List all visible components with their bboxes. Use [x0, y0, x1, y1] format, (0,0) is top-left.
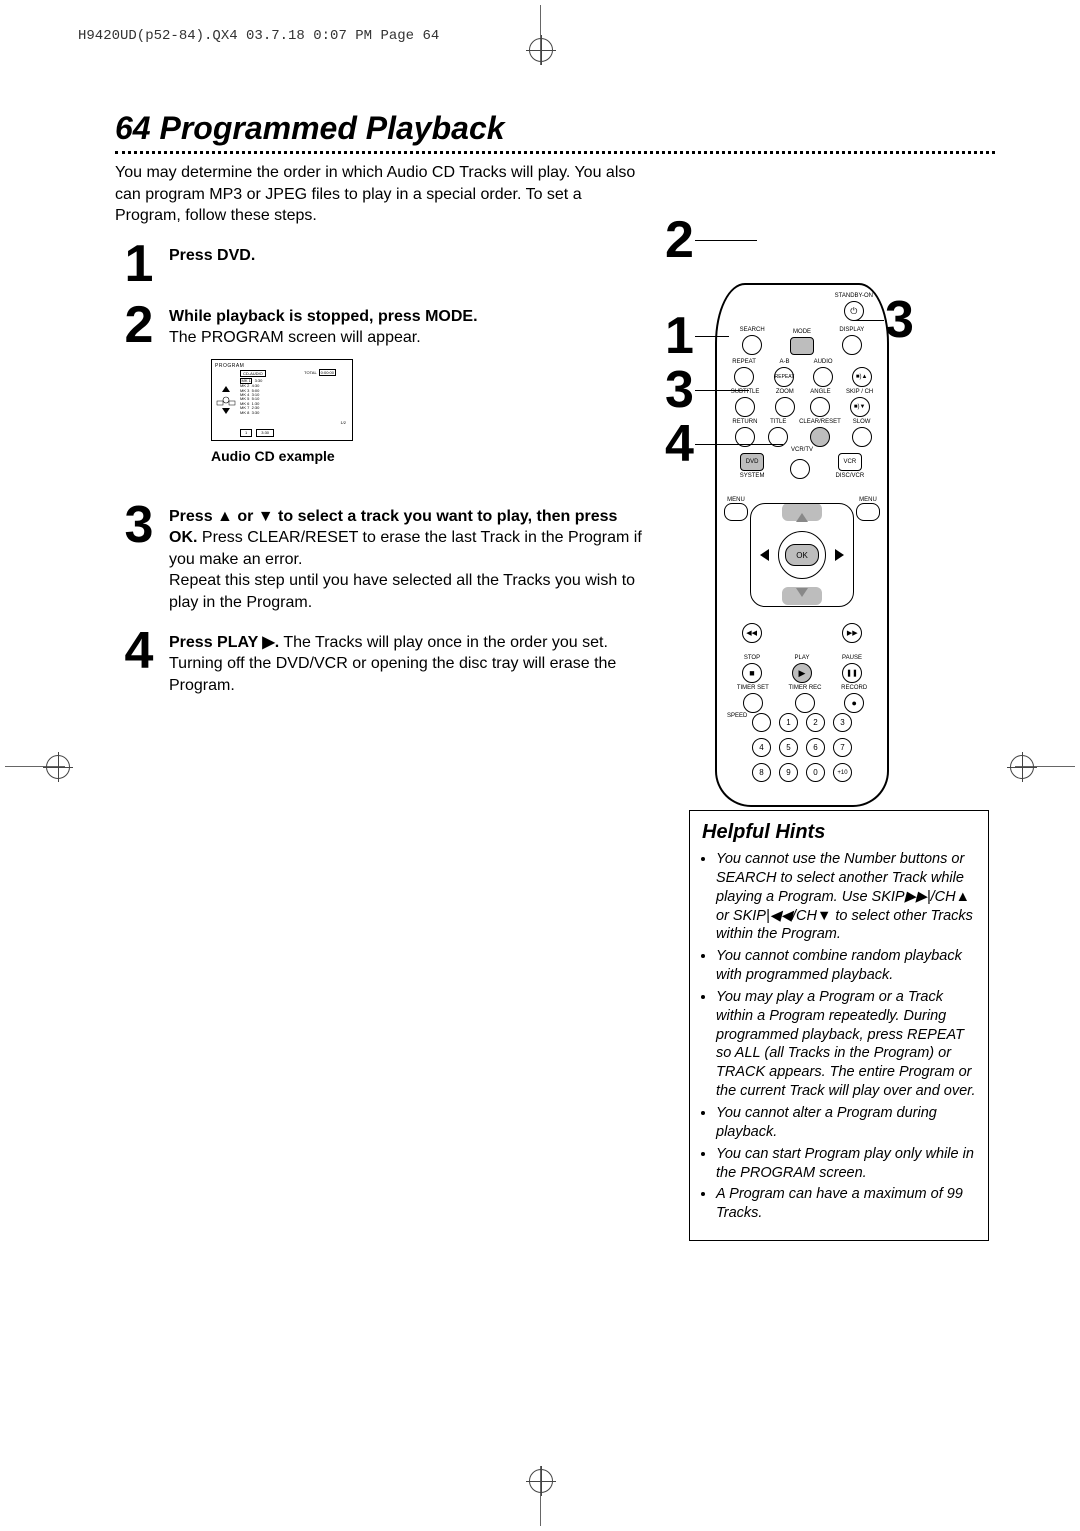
zoom-button: ZOOM	[775, 389, 795, 417]
timer-set-button: TIMER SET	[737, 685, 769, 713]
menu-button-right: MENU	[856, 497, 880, 521]
step-bold: Press DVD.	[169, 247, 255, 264]
standby-button: STANDBY-ON ⏻	[835, 293, 873, 321]
num-6: 6	[806, 738, 825, 757]
up-arrow-icon	[796, 513, 808, 522]
registration-mark-icon	[529, 1469, 553, 1493]
timer-rec-button: TIMER REC	[789, 685, 822, 713]
step-4: 4 Press PLAY ▶. The Tracks will play onc…	[115, 632, 645, 697]
vcr-tv-button	[790, 459, 810, 479]
record-button: RECORD●	[841, 685, 867, 713]
repeat-button: REPEAT	[732, 359, 756, 387]
step-bold: While playback is stopped, press MODE.	[169, 308, 478, 325]
subtitle-button: SUBTITLE	[731, 389, 760, 417]
num-plus10: +10	[833, 763, 852, 782]
nav-ring: MENU MENU OK	[750, 503, 854, 607]
page-number: 64	[115, 110, 151, 146]
step-text: Press CLEAR/RESET to erase the last Trac…	[169, 529, 642, 568]
step-text: Repeat this step until you have selected…	[169, 572, 635, 611]
step-3: 3 Press ▲ or ▼ to select a track you wan…	[115, 506, 645, 614]
step-number: 2	[115, 302, 163, 349]
speed-button	[752, 713, 771, 732]
rew-button: ◀◀	[742, 623, 762, 643]
callout-3-left: 3	[665, 364, 694, 416]
return-button: RETURN	[732, 419, 757, 447]
nav-down-alt	[791, 627, 813, 643]
cd-audio-label: CD-AUDIO	[240, 370, 266, 377]
remote-illustration: STANDBY-ON ⏻ SEARCH MODE DISPLAY REPEAT …	[715, 283, 889, 807]
helpful-hints-box: Helpful Hints You cannot use the Number …	[689, 810, 989, 1241]
program-screen-illustration: PROGRAM CD-AUDIO TOTAL 0:00:00 MK 1 3:30…	[211, 359, 353, 441]
dvd-button: DVDSYSTEM	[740, 453, 765, 479]
step-bold: Press PLAY ▶.	[169, 634, 279, 651]
page-title: 64 Programmed Playback	[115, 110, 995, 147]
hint-item: You can start Program play only while in…	[716, 1145, 976, 1183]
print-header: H9420UD(p52-84).QX4 03.7.18 0:07 PM Page…	[78, 28, 439, 44]
callout-3-right: 3	[885, 294, 914, 346]
display-button: DISPLAY	[839, 327, 864, 355]
skip-up-button: ■)▲	[852, 359, 872, 387]
hint-item: A Program can have a maximum of 99 Track…	[716, 1185, 976, 1223]
slow-button: SLOW	[852, 419, 872, 447]
page-content: 64 Programmed Playback You may determine…	[115, 110, 995, 1411]
step-1: 1 Press DVD.	[115, 245, 645, 288]
cd-caption: Audio CD example	[211, 447, 645, 466]
search-button: SEARCH	[740, 327, 765, 355]
callout-4: 4	[665, 418, 694, 470]
vcr-button: VCRDISC/VCR	[836, 453, 865, 479]
program-label: PROGRAM	[215, 363, 244, 370]
dpad-icon	[216, 386, 236, 416]
footer-info: 1 3:30	[240, 429, 274, 436]
divider	[115, 151, 995, 154]
num-5: 5	[779, 738, 798, 757]
num-2: 2	[806, 713, 825, 732]
step-number: 3	[115, 502, 163, 549]
num-0: 0	[806, 763, 825, 782]
mode-button: MODE	[790, 329, 814, 355]
num-4: 4	[752, 738, 771, 757]
track-list: MK 1 3:30 MK 2 4:30 MK 3 5:00 MK 4 3:10 …	[240, 378, 262, 415]
hint-item: You cannot alter a Program during playba…	[716, 1104, 976, 1142]
num-7: 7	[833, 738, 852, 757]
pause-button: PAUSE❚❚	[842, 655, 862, 683]
callout-1: 1	[665, 310, 694, 362]
left-arrow-icon	[760, 549, 769, 561]
step-text: The PROGRAM screen will appear.	[169, 329, 421, 346]
step-number: 4	[115, 628, 163, 675]
registration-mark-icon	[46, 755, 70, 779]
intro-text: You may determine the order in which Aud…	[115, 162, 645, 227]
num-1: 1	[779, 713, 798, 732]
hint-item: You cannot use the Number buttons or SEA…	[716, 850, 976, 944]
num-3: 3	[833, 713, 852, 732]
page-indicator: 1/2	[340, 420, 346, 425]
stop-button: STOP■	[742, 655, 762, 683]
hint-item: You cannot combine random playback with …	[716, 947, 976, 985]
step-2: 2 While playback is stopped, press MODE.…	[115, 306, 645, 466]
clear-reset-button: CLEAR/RESET	[799, 419, 841, 447]
page-title-text: Programmed Playback	[159, 110, 504, 146]
angle-button: ANGLE	[810, 389, 830, 417]
hint-item: You may play a Program or a Track within…	[716, 988, 976, 1101]
down-arrow-icon	[796, 588, 808, 597]
steps: 1 Press DVD. 2 While playback is stopped…	[115, 245, 645, 697]
registration-mark-icon	[1010, 755, 1034, 779]
callout-2: 2	[665, 214, 694, 266]
ok-button: OK	[785, 544, 819, 566]
total-label: TOTAL 0:00:00	[304, 370, 336, 375]
registration-mark-icon	[529, 38, 553, 62]
title-button: TITLE	[768, 419, 788, 447]
step-number: 1	[115, 241, 163, 288]
play-button: PLAY▶	[792, 655, 812, 683]
skip-down-button: SKIP / CH■)▼	[846, 389, 873, 417]
right-arrow-icon	[835, 549, 844, 561]
audio-button: AUDIO	[813, 359, 833, 387]
number-pad: 1 2 3 4 5 6 7 8 9 0 +10	[717, 713, 887, 782]
num-8: 8	[752, 763, 771, 782]
menu-button-left: MENU	[724, 497, 748, 521]
num-9: 9	[779, 763, 798, 782]
power-icon: ⏻	[844, 301, 864, 321]
ab-button: A-BREPEAT	[774, 359, 794, 387]
ffwd-button: ▶▶	[842, 623, 862, 643]
hints-title: Helpful Hints	[702, 821, 976, 844]
